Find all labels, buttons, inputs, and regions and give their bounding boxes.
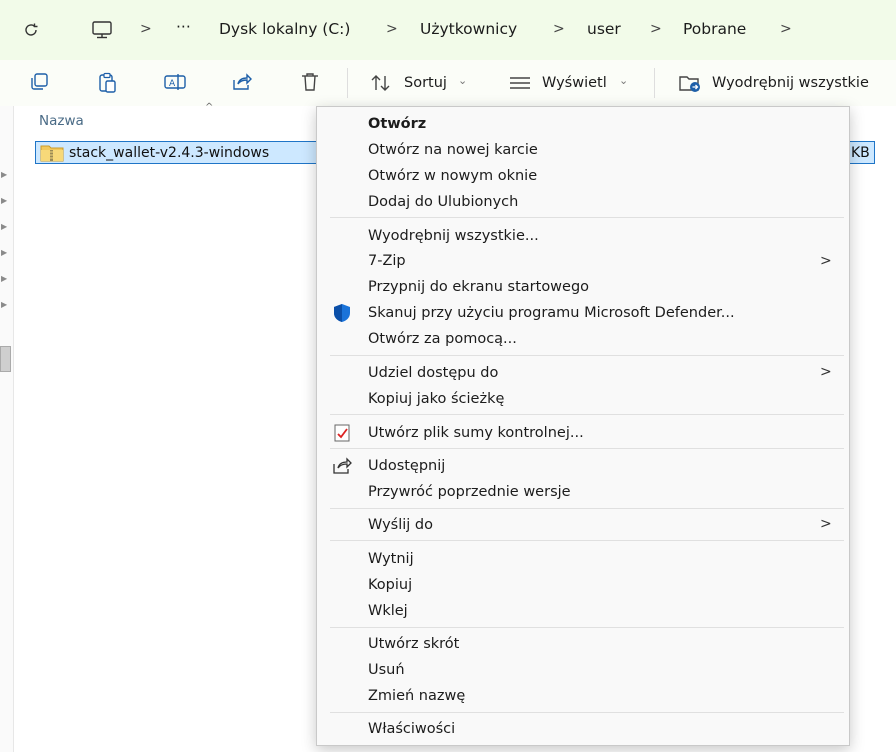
menu-item-add-favorites[interactable]: Dodaj do Ulubionych (368, 194, 518, 210)
paste-icon[interactable] (96, 72, 120, 94)
breadcrumb-item-users[interactable]: Użytkownicy (420, 20, 517, 38)
refresh-icon[interactable] (20, 19, 42, 41)
extract-folder-icon[interactable] (678, 72, 702, 94)
menu-separator (330, 508, 844, 509)
expand-arrow-icon[interactable]: ▶ (1, 248, 7, 257)
delete-icon[interactable] (299, 72, 323, 94)
submenu-arrow-icon: > (820, 253, 832, 269)
chevron-down-icon[interactable]: ⌄ (458, 74, 467, 87)
share-icon (331, 456, 353, 476)
menu-item-extract-all[interactable]: Wyodrębnij wszystkie... (368, 228, 539, 244)
expand-arrow-icon[interactable]: ▶ (1, 196, 7, 205)
menu-item-open-new-window[interactable]: Otwórz w nowym oknie (368, 168, 537, 184)
menu-separator (330, 217, 844, 218)
breadcrumb-separator[interactable]: > (780, 21, 792, 37)
sort-ascending-icon: ^ (205, 102, 214, 113)
checksum-icon (331, 423, 353, 443)
breadcrumb-item-user[interactable]: user (587, 20, 621, 38)
menu-separator (330, 448, 844, 449)
expand-arrow-icon[interactable]: ▶ (1, 222, 7, 231)
menu-item-scan-defender[interactable]: Skanuj przy użyciu programu Microsoft De… (368, 305, 735, 321)
expand-arrow-icon[interactable]: ▶ (1, 274, 7, 283)
menu-separator (330, 712, 844, 713)
column-header-name[interactable]: Nazwa (39, 113, 84, 129)
file-name[interactable]: stack_wallet-v2.4.3-windows (69, 145, 269, 161)
breadcrumb-separator: > (553, 21, 565, 37)
sort-icon[interactable] (370, 73, 394, 95)
menu-separator (330, 627, 844, 628)
chevron-down-icon[interactable]: ⌄ (619, 74, 628, 87)
view-button[interactable]: Wyświetl (542, 75, 607, 91)
menu-separator (330, 355, 844, 356)
menu-item-pin-start[interactable]: Przypnij do ekranu startowego (368, 279, 589, 295)
submenu-arrow-icon: > (820, 516, 832, 532)
menu-item-send-to[interactable]: Wyślij do (368, 517, 433, 533)
breadcrumb-separator: > (140, 21, 152, 37)
submenu-arrow-icon: > (820, 364, 832, 380)
menu-item-give-access[interactable]: Udziel dostępu do (368, 365, 498, 381)
menu-item-share[interactable]: Udostępnij (368, 458, 445, 474)
menu-item-create-checksum[interactable]: Utwórz plik sumy kontrolnej... (368, 425, 584, 441)
menu-item-copy[interactable]: Kopiuj (368, 577, 412, 593)
defender-shield-icon (331, 303, 353, 323)
menu-item-restore-versions[interactable]: Przywróć poprzednie wersje (368, 484, 571, 500)
menu-item-cut[interactable]: Wytnij (368, 551, 414, 567)
sort-button[interactable]: Sortuj (404, 75, 447, 91)
file-size: KB (851, 145, 870, 161)
menu-separator (330, 540, 844, 541)
copy-icon[interactable] (29, 72, 53, 94)
menu-item-open-with[interactable]: Otwórz za pomocą... (368, 331, 517, 347)
svg-text:A: A (169, 79, 176, 89)
menu-item-properties[interactable]: Właściwości (368, 721, 455, 737)
toolbar-divider (654, 68, 655, 98)
zip-folder-icon (40, 144, 64, 162)
breadcrumb-item-downloads[interactable]: Pobrane (683, 20, 746, 38)
nav-scrollbar-thumb[interactable] (0, 346, 11, 372)
breadcrumb-item-local-disk[interactable]: Dysk lokalny (C:) (219, 20, 350, 38)
expand-arrow-icon[interactable]: ▶ (1, 170, 7, 179)
breadcrumb-separator: > (386, 21, 398, 37)
breadcrumb-separator: > (650, 21, 662, 37)
toolbar-divider (347, 68, 348, 98)
menu-item-7zip[interactable]: 7-Zip (368, 253, 406, 269)
menu-separator (330, 414, 844, 415)
expand-arrow-icon[interactable]: ▶ (1, 300, 7, 309)
view-icon[interactable] (508, 73, 532, 95)
menu-item-delete[interactable]: Usuń (368, 662, 405, 678)
extract-all-button[interactable]: Wyodrębnij wszystkie (712, 75, 869, 91)
menu-item-copy-path[interactable]: Kopiuj jako ścieżkę (368, 391, 504, 407)
share-icon[interactable] (231, 72, 255, 94)
menu-item-open-new-tab[interactable]: Otwórz na nowej karcie (368, 142, 538, 158)
rename-icon[interactable]: A (163, 72, 187, 94)
menu-item-open[interactable]: Otwórz (368, 116, 426, 132)
breadcrumb-more-button[interactable]: ··· (176, 18, 191, 36)
menu-item-paste[interactable]: Wklej (368, 603, 408, 619)
this-pc-icon[interactable] (89, 19, 115, 41)
menu-item-rename[interactable]: Zmień nazwę (368, 688, 465, 704)
menu-item-create-shortcut[interactable]: Utwórz skrót (368, 636, 459, 652)
